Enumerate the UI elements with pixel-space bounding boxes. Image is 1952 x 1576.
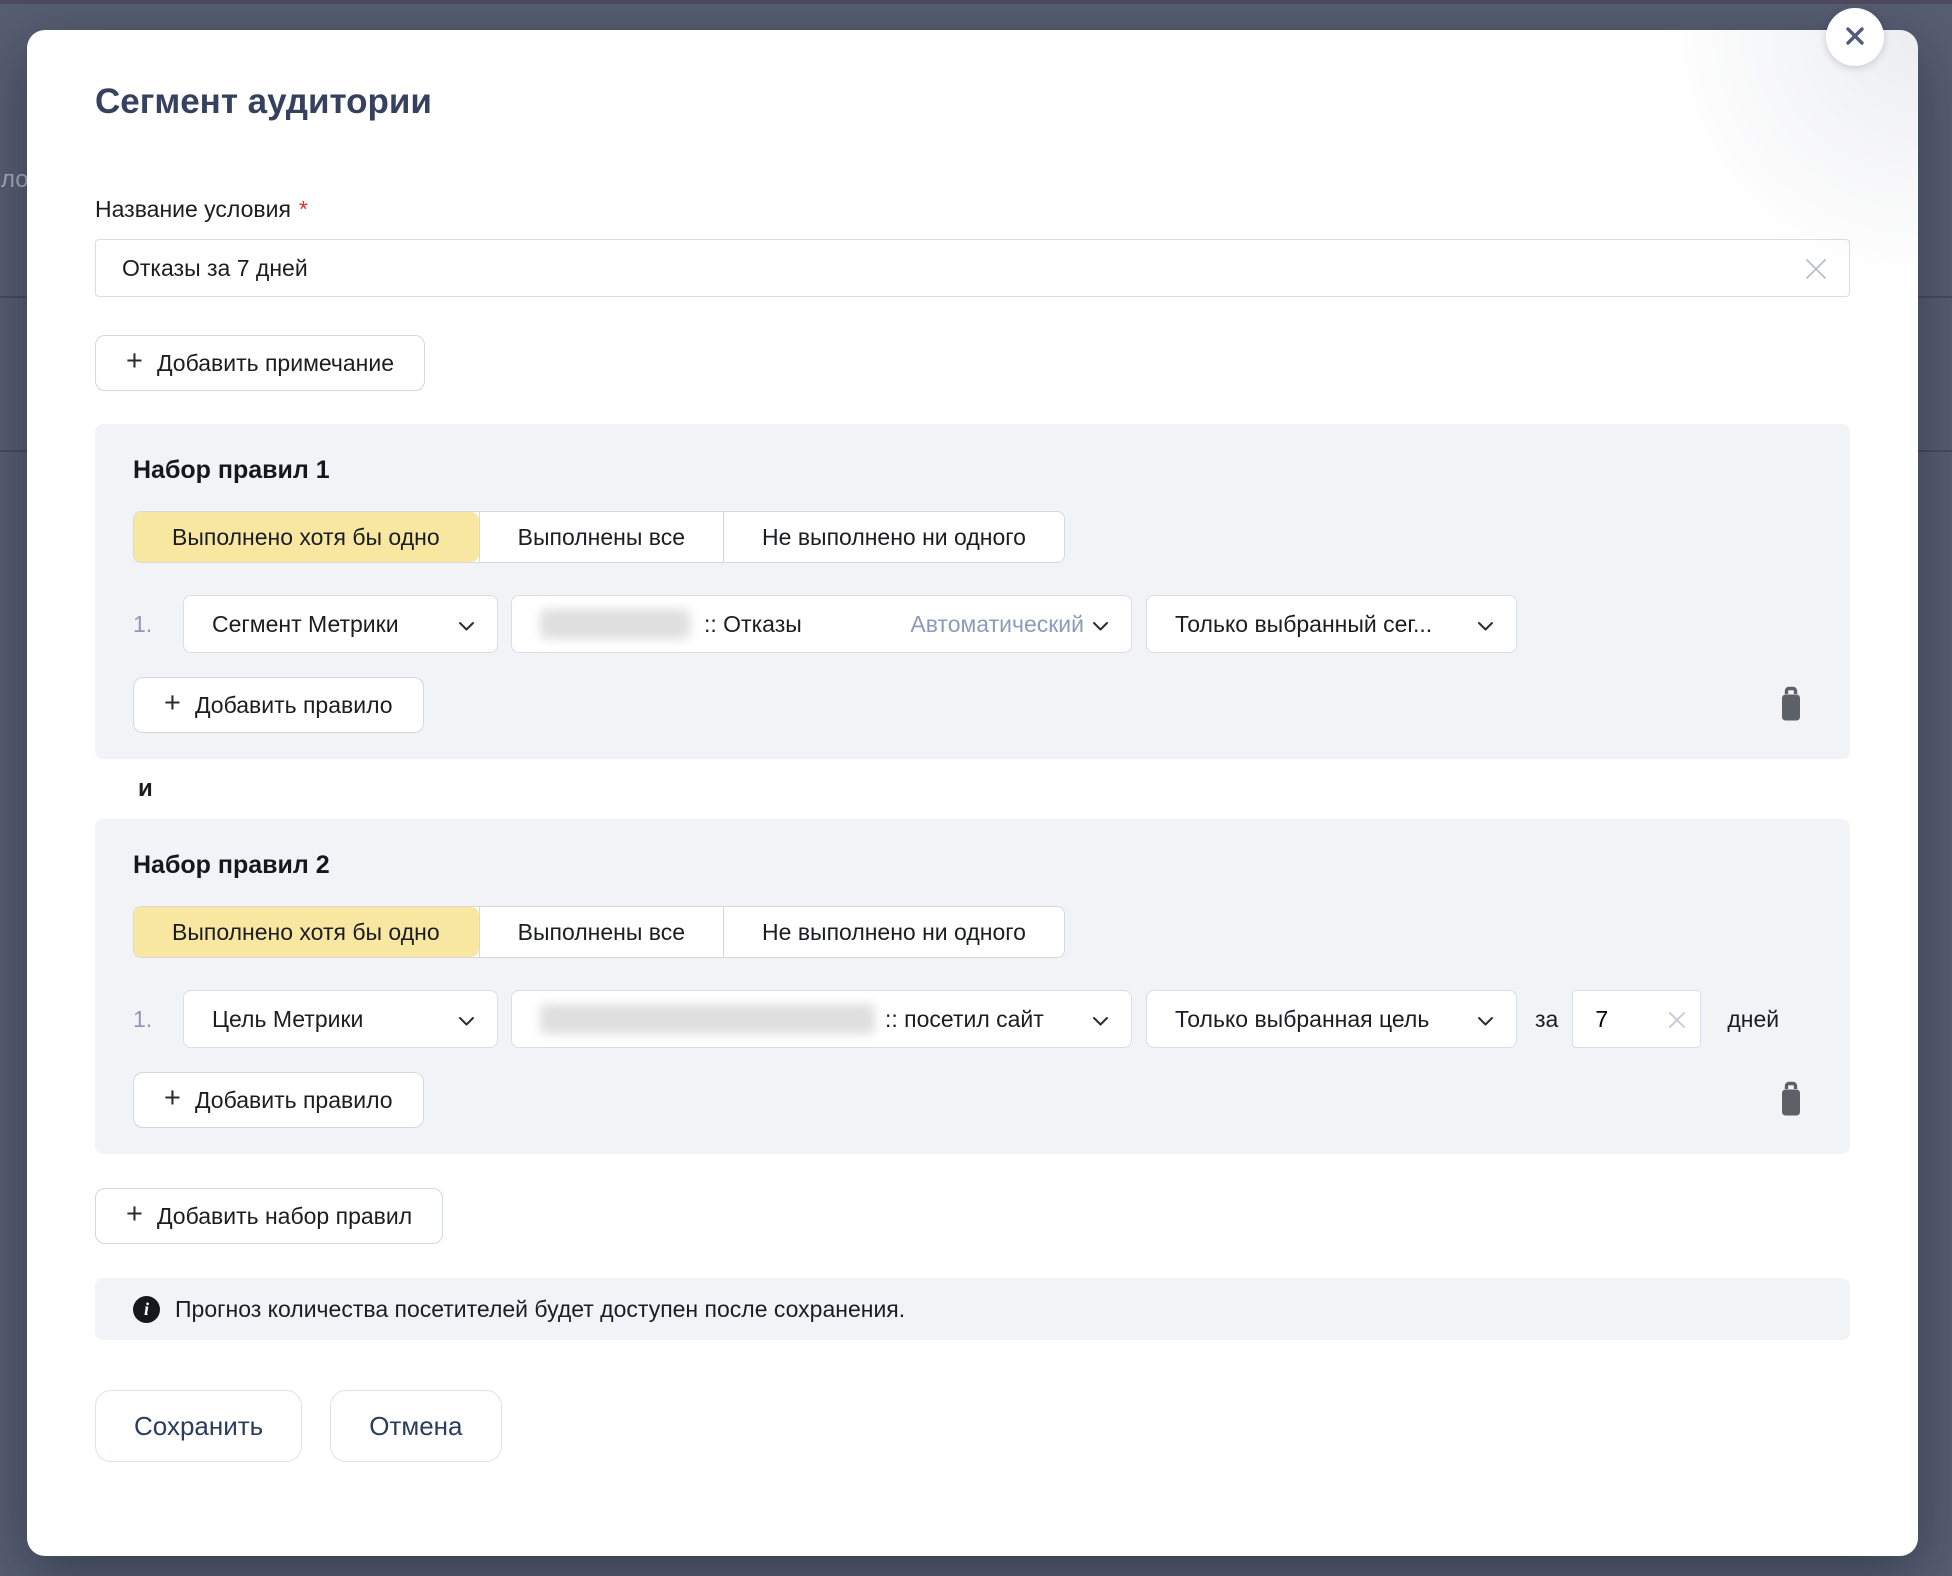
info-icon: i bbox=[133, 1296, 160, 1323]
segment-dialog: Сегмент аудитории Название условия * + Д… bbox=[27, 30, 1918, 1556]
period-days-input[interactable] bbox=[1573, 1006, 1665, 1033]
rule-set-footer: + Добавить правило bbox=[133, 1072, 1812, 1128]
trash-icon bbox=[1776, 712, 1806, 727]
rule-value-field[interactable]: :: посетил сайт bbox=[511, 990, 1132, 1048]
match-option-any[interactable]: Выполнено хотя бы одно bbox=[133, 907, 479, 957]
trash-icon bbox=[1776, 1107, 1806, 1122]
period-group: за дней bbox=[1535, 990, 1779, 1048]
dialog-title: Сегмент аудитории bbox=[95, 82, 1850, 122]
rule-type-select[interactable]: Цель Метрики bbox=[183, 990, 498, 1048]
info-bar: i Прогноз количества посетителей будет д… bbox=[95, 1278, 1850, 1340]
rule-set-2: Набор правил 2 Выполнено хотя бы одно Вы… bbox=[95, 819, 1850, 1154]
plus-icon: + bbox=[126, 1200, 143, 1229]
and-connector: и bbox=[138, 775, 1850, 805]
clear-period-icon[interactable] bbox=[1666, 1009, 1688, 1031]
save-button[interactable]: Сохранить bbox=[95, 1390, 302, 1462]
match-option-all[interactable]: Выполнены все bbox=[479, 512, 723, 562]
page-backdrop: ло Сегмент аудитории Название условия * … bbox=[0, 0, 1952, 1576]
period-unit: дней bbox=[1727, 1006, 1779, 1033]
close-button[interactable] bbox=[1826, 8, 1884, 66]
required-asterisk: * bbox=[299, 196, 308, 223]
rule-row: 1. Сегмент Метрики :: Отказы Автоматичес… bbox=[133, 595, 1812, 653]
redacted-counter-name bbox=[540, 609, 690, 639]
clear-input-icon[interactable] bbox=[1803, 256, 1829, 282]
rule-value-field[interactable]: :: Отказы Автоматический bbox=[511, 595, 1132, 653]
match-mode-toggle: Выполнено хотя бы одно Выполнены все Не … bbox=[133, 906, 1065, 958]
chevron-down-icon bbox=[1092, 611, 1109, 638]
plus-icon: + bbox=[126, 347, 143, 376]
delete-rule-set-button[interactable] bbox=[1770, 686, 1812, 724]
name-input-wrap bbox=[95, 239, 1850, 297]
redacted-goal-name bbox=[540, 1004, 875, 1034]
dialog-footer: Сохранить Отмена bbox=[95, 1390, 1850, 1462]
plus-icon: + bbox=[164, 689, 181, 718]
rule-type-select[interactable]: Сегмент Метрики bbox=[183, 595, 498, 653]
chevron-down-icon bbox=[458, 611, 475, 638]
add-rule-set-button[interactable]: + Добавить набор правил bbox=[95, 1188, 443, 1244]
background-partial-text: ло bbox=[1, 166, 29, 194]
close-icon bbox=[1842, 23, 1868, 52]
add-rule-button[interactable]: + Добавить правило bbox=[133, 1072, 424, 1128]
info-message: Прогноз количества посетителей будет дос… bbox=[175, 1296, 905, 1323]
cancel-button[interactable]: Отмена bbox=[330, 1390, 501, 1462]
rule-scope-select[interactable]: Только выбранный сег... bbox=[1146, 595, 1517, 653]
match-option-none[interactable]: Не выполнено ни одного bbox=[723, 907, 1064, 957]
match-option-all[interactable]: Выполнены все bbox=[479, 907, 723, 957]
value-mode-dropdown[interactable]: Автоматический bbox=[910, 611, 1109, 638]
name-field-label: Название условия * bbox=[95, 196, 1850, 223]
condition-name-input[interactable] bbox=[122, 255, 1785, 282]
chevron-down-icon bbox=[1477, 1006, 1494, 1033]
plus-icon: + bbox=[164, 1084, 181, 1113]
rule-set-footer: + Добавить правило bbox=[133, 677, 1812, 733]
chevron-down-icon bbox=[458, 1006, 475, 1033]
rule-index: 1. bbox=[133, 611, 183, 638]
rule-set-1: Набор правил 1 Выполнено хотя бы одно Вы… bbox=[95, 424, 1850, 759]
match-option-any[interactable]: Выполнено хотя бы одно bbox=[133, 512, 479, 562]
period-input-wrap bbox=[1572, 990, 1701, 1048]
chevron-down-icon bbox=[1092, 1006, 1109, 1033]
rule-row: 1. Цель Метрики :: посетил сайт Только в… bbox=[133, 990, 1812, 1048]
add-note-button[interactable]: + Добавить примечание bbox=[95, 335, 425, 391]
add-rule-button[interactable]: + Добавить правило bbox=[133, 677, 424, 733]
chevron-down-icon bbox=[1477, 611, 1494, 638]
match-mode-toggle: Выполнено хотя бы одно Выполнены все Не … bbox=[133, 511, 1065, 563]
rule-set-title: Набор правил 2 bbox=[133, 851, 1812, 880]
period-label: за bbox=[1535, 1006, 1558, 1033]
rule-index: 1. bbox=[133, 1006, 183, 1033]
rule-scope-select[interactable]: Только выбранная цель bbox=[1146, 990, 1517, 1048]
match-option-none[interactable]: Не выполнено ни одного bbox=[723, 512, 1064, 562]
delete-rule-set-button[interactable] bbox=[1770, 1081, 1812, 1119]
rule-set-title: Набор правил 1 bbox=[133, 456, 1812, 485]
